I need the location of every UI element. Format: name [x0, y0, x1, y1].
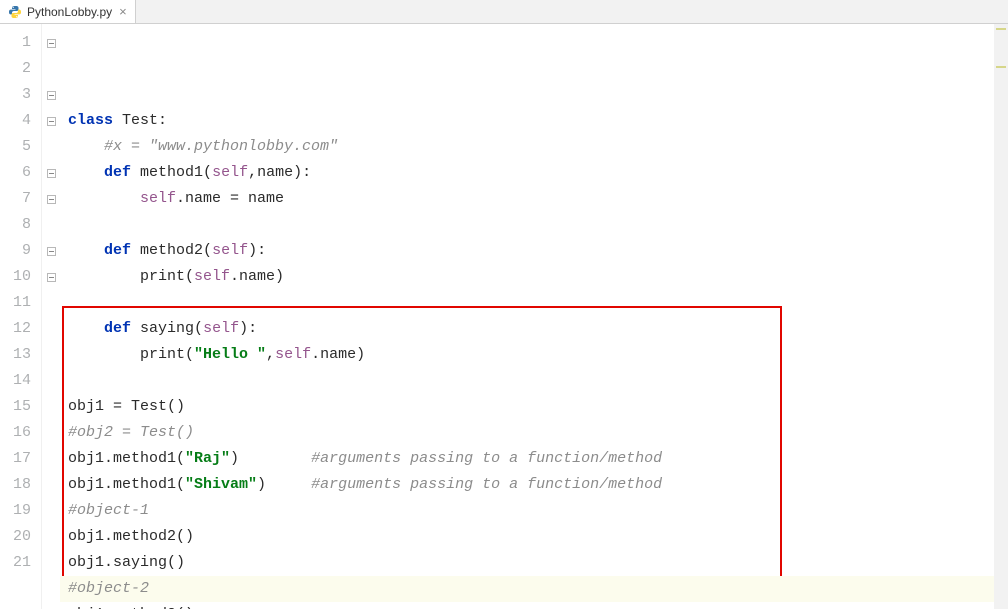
fold-toggle-icon[interactable] — [47, 169, 56, 178]
fold-gutter-cell — [42, 160, 60, 186]
line-number: 7 — [0, 186, 41, 212]
fold-toggle-icon[interactable] — [47, 91, 56, 100]
fold-gutter-cell — [42, 212, 60, 238]
tab-bar: PythonLobby.py × — [0, 0, 1008, 24]
fold-gutter-cell — [42, 82, 60, 108]
code-line[interactable]: self.name = name — [60, 186, 1008, 212]
fold-gutter-cell — [42, 472, 60, 498]
code-line[interactable] — [60, 212, 1008, 238]
line-number: 6 — [0, 160, 41, 186]
code-line[interactable]: obj1.method2() — [60, 602, 1008, 609]
close-tab-icon[interactable]: × — [117, 5, 129, 18]
line-number: 20 — [0, 524, 41, 550]
fold-gutter-cell — [42, 238, 60, 264]
fold-gutter-cell — [42, 368, 60, 394]
fold-gutter-cell — [42, 342, 60, 368]
code-area[interactable]: class Test: #x = "www.pythonlobby.com" d… — [60, 24, 1008, 609]
code-line[interactable]: obj1.method1("Shivam") #arguments passin… — [60, 472, 1008, 498]
fold-toggle-icon[interactable] — [47, 247, 56, 256]
editor-scrollbar[interactable] — [994, 24, 1008, 609]
fold-gutter-cell — [42, 186, 60, 212]
scrollbar-mark — [996, 66, 1006, 68]
fold-toggle-icon[interactable] — [47, 117, 56, 126]
line-number: 14 — [0, 368, 41, 394]
line-number: 17 — [0, 446, 41, 472]
scrollbar-mark — [996, 28, 1006, 30]
code-line[interactable]: print("Hello ",self.name) — [60, 342, 1008, 368]
fold-gutter-cell — [42, 290, 60, 316]
code-line[interactable]: obj1.method1("Raj") #arguments passing t… — [60, 446, 1008, 472]
line-number: 9 — [0, 238, 41, 264]
fold-gutter-cell — [42, 394, 60, 420]
line-number: 21 — [0, 550, 41, 576]
line-number: 12 — [0, 316, 41, 342]
code-line[interactable]: print(self.name) — [60, 264, 1008, 290]
fold-gutter-cell — [42, 108, 60, 134]
code-line[interactable]: class Test: — [60, 108, 1008, 134]
line-number: 8 — [0, 212, 41, 238]
fold-gutter-cell — [42, 264, 60, 290]
code-line[interactable]: obj1.saying() — [60, 550, 1008, 576]
fold-gutter-cell — [42, 56, 60, 82]
code-line[interactable]: obj1 = Test() — [60, 394, 1008, 420]
fold-toggle-icon[interactable] — [47, 195, 56, 204]
line-number: 13 — [0, 342, 41, 368]
line-number: 11 — [0, 290, 41, 316]
code-line[interactable]: #object-1 — [60, 498, 1008, 524]
code-line[interactable]: #object-2 — [60, 576, 1008, 602]
code-line[interactable]: #obj2 = Test() — [60, 420, 1008, 446]
line-number: 16 — [0, 420, 41, 446]
python-file-icon — [8, 5, 22, 19]
code-line[interactable]: #x = "www.pythonlobby.com" — [60, 134, 1008, 160]
fold-gutter-cell — [42, 30, 60, 56]
fold-gutter-cell — [42, 420, 60, 446]
fold-gutter — [42, 24, 60, 609]
line-number: 3 — [0, 82, 41, 108]
code-line[interactable]: def method2(self): — [60, 238, 1008, 264]
line-number: 19 — [0, 498, 41, 524]
file-tab-label: PythonLobby.py — [27, 5, 112, 19]
fold-toggle-icon[interactable] — [47, 39, 56, 48]
code-line[interactable]: def method1(self,name): — [60, 160, 1008, 186]
code-line[interactable] — [60, 368, 1008, 394]
fold-gutter-cell — [42, 446, 60, 472]
file-tab[interactable]: PythonLobby.py × — [0, 0, 136, 23]
fold-gutter-cell — [42, 316, 60, 342]
line-number: 18 — [0, 472, 41, 498]
fold-gutter-cell — [42, 498, 60, 524]
code-line[interactable]: obj1.method2() — [60, 524, 1008, 550]
line-number: 5 — [0, 134, 41, 160]
fold-gutter-cell — [42, 134, 60, 160]
line-number: 10 — [0, 264, 41, 290]
fold-gutter-cell — [42, 550, 60, 576]
line-number: 2 — [0, 56, 41, 82]
code-editor[interactable]: 123456789101112131415161718192021 class … — [0, 24, 1008, 609]
line-number: 15 — [0, 394, 41, 420]
code-line[interactable]: def saying(self): — [60, 316, 1008, 342]
code-line[interactable] — [60, 290, 1008, 316]
line-number: 1 — [0, 30, 41, 56]
fold-gutter-cell — [42, 524, 60, 550]
line-number: 4 — [0, 108, 41, 134]
line-number-gutter: 123456789101112131415161718192021 — [0, 24, 42, 609]
fold-toggle-icon[interactable] — [47, 273, 56, 282]
